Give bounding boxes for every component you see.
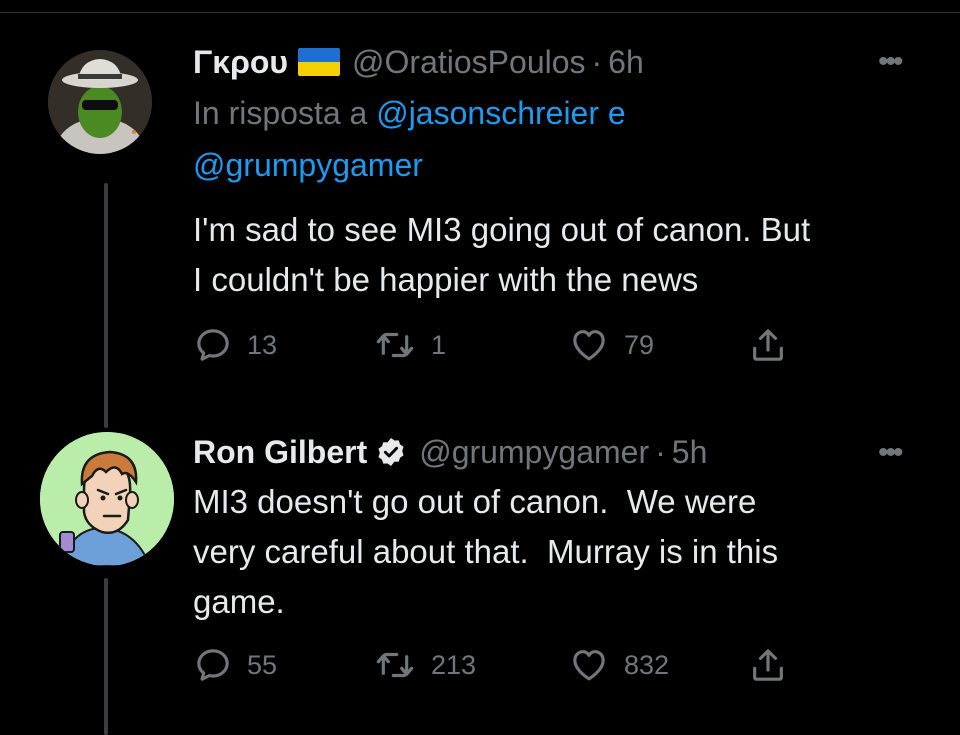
retweet-icon — [376, 652, 414, 678]
tweet-text-line: game. — [193, 583, 285, 620]
share-button[interactable] — [748, 645, 788, 685]
display-name[interactable]: Ron Gilbert — [193, 432, 367, 472]
reply-mention-2[interactable]: @grumpygamer — [193, 147, 423, 183]
ukraine-flag-icon — [298, 48, 341, 76]
reply-context: In risposta a @jasonschreier e @grumpyga… — [193, 87, 626, 191]
share-icon — [753, 329, 783, 361]
retweet-button[interactable]: 1 — [373, 325, 446, 365]
heart-icon — [573, 330, 605, 361]
tweet-1-actions: 13 1 79 — [193, 325, 813, 369]
reply-prefix: In risposta a — [193, 95, 368, 131]
reply-button[interactable]: 13 — [193, 325, 277, 365]
tweet-text-line: I couldn't be happier with the news — [193, 261, 699, 298]
tweet-2-header: Ron Gilbert @grumpygamer · 5h — [193, 432, 707, 472]
reply-count: 55 — [247, 649, 278, 680]
separator: · — [591, 44, 603, 80]
separator: · — [655, 434, 666, 470]
like-button[interactable]: 79 — [568, 325, 654, 365]
more-options-icon[interactable]: ••• — [878, 438, 903, 468]
like-button[interactable]: 832 — [568, 645, 669, 685]
avatar-oratiospoulos[interactable] — [48, 50, 152, 154]
thread-line-upper — [104, 183, 108, 428]
avatar-image — [40, 432, 174, 566]
tweet-text-line: MI3 doesn't go out of canon. We were — [193, 483, 757, 520]
reply-button[interactable]: 55 — [193, 645, 277, 685]
share-icon — [753, 649, 783, 681]
retweet-count: 1 — [431, 329, 447, 360]
thread-line-lower — [104, 578, 108, 735]
like-count: 79 — [624, 329, 655, 360]
share-button[interactable] — [748, 325, 788, 365]
retweet-icon — [376, 332, 414, 358]
verified-badge-icon — [378, 438, 404, 466]
tweet-2-text: MI3 doesn't go out of canon. We were ver… — [193, 477, 933, 627]
reply-mention-1[interactable]: @jasonschreier — [376, 95, 599, 131]
avatar-image — [48, 50, 152, 154]
heart-icon — [573, 650, 605, 681]
retweet-button[interactable]: 213 — [373, 645, 476, 685]
display-name[interactable]: Γκρου — [193, 42, 288, 82]
reply-icon — [197, 649, 229, 681]
avatar-grumpygamer[interactable] — [40, 432, 174, 566]
tweet-1-text: I'm sad to see MI3 going out of canon. B… — [193, 205, 933, 305]
tweet-1-header: Γκρου @OratiosPoulos · 6h — [193, 42, 644, 82]
top-divider — [0, 12, 960, 13]
reply-icon — [197, 329, 229, 361]
timestamp[interactable]: 5h — [672, 432, 708, 472]
tweet-text-line: very careful about that. Murray is in th… — [193, 533, 779, 570]
reply-conjunction: e — [607, 95, 626, 131]
handle[interactable]: @OratiosPoulos — [352, 42, 585, 82]
handle[interactable]: @grumpygamer — [419, 432, 649, 472]
reply-count: 13 — [247, 329, 278, 360]
tweet-2-actions: 55 213 832 — [193, 645, 813, 689]
like-count: 832 — [624, 649, 670, 680]
timestamp[interactable]: 6h — [608, 42, 644, 82]
more-options-icon[interactable]: ••• — [878, 47, 903, 77]
retweet-count: 213 — [431, 649, 477, 680]
tweet-text-line: I'm sad to see MI3 going out of canon. B… — [193, 211, 811, 248]
